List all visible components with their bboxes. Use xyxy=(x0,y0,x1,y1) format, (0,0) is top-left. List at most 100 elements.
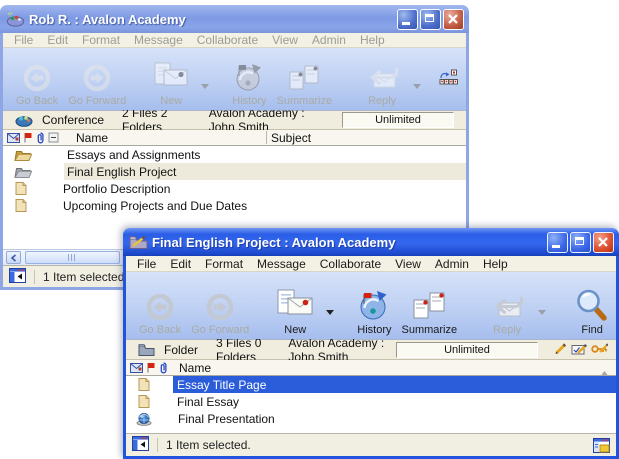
split-view-icon[interactable] xyxy=(593,438,610,453)
maximize-button[interactable] xyxy=(570,232,591,253)
document-icon xyxy=(13,198,28,213)
new-message-icon xyxy=(275,288,315,322)
document-icon xyxy=(136,377,151,392)
forward-arrow-icon xyxy=(205,292,235,322)
new-button[interactable]: New xyxy=(270,275,320,337)
info-bar: Conference 2 Files 2 Folders Avalon Acad… xyxy=(3,110,466,130)
go-back-button: Go Back xyxy=(134,275,186,337)
new-dropdown-arrow[interactable] xyxy=(201,76,209,94)
list-item-upcoming-projects[interactable]: Upcoming Projects and Due Dates xyxy=(3,197,466,214)
menu-item-help[interactable]: Help xyxy=(353,33,392,47)
menu-item-edit[interactable]: Edit xyxy=(40,33,75,47)
list-item-essay-title-page[interactable]: Essay Title Page xyxy=(126,376,616,393)
folder-type-icon xyxy=(138,343,155,356)
column-header: Name Subject xyxy=(3,130,466,146)
summarize-icon xyxy=(412,290,446,322)
list-item-final-english-project[interactable]: Final English Project xyxy=(3,163,466,180)
envelope-column-icon[interactable] xyxy=(130,363,143,373)
titlebar[interactable]: Final English Project : Avalon Academy xyxy=(123,228,619,256)
menu-item-admin[interactable]: Admin xyxy=(428,257,476,271)
new-button[interactable]: New xyxy=(147,51,195,108)
item-list: Essay Title Page Final Essay Final P xyxy=(126,376,616,433)
column-name[interactable]: Name xyxy=(76,131,108,145)
menu-item-view[interactable]: View xyxy=(388,257,428,271)
history-icon xyxy=(357,288,391,322)
column-subject[interactable]: Subject xyxy=(271,131,311,145)
history-button[interactable]: History xyxy=(227,51,271,108)
status-separator xyxy=(157,438,158,452)
flag-column-icon[interactable] xyxy=(146,362,156,373)
window-title: Final English Project : Avalon Academy xyxy=(152,235,547,250)
titlebar[interactable]: Rob R. : Avalon Academy xyxy=(0,5,469,33)
desktop: Rob R. : Avalon Academy File Edit Format… xyxy=(0,0,619,459)
minimize-button[interactable] xyxy=(397,9,418,30)
info-bar: Folder 3 Files 0 Folders Avalon Academy … xyxy=(126,339,616,360)
new-dropdown-arrow[interactable] xyxy=(326,302,334,320)
envelope-column-icon[interactable] xyxy=(7,133,20,143)
attachment-column-icon[interactable] xyxy=(159,362,168,374)
menu-item-edit[interactable]: Edit xyxy=(163,257,198,271)
item-label: Final Presentation xyxy=(174,410,616,427)
column-header: Name xyxy=(126,360,616,376)
menu-item-message[interactable]: Message xyxy=(127,33,190,47)
close-button[interactable] xyxy=(593,232,614,253)
item-label: Final English Project xyxy=(64,163,466,180)
menu-item-file[interactable]: File xyxy=(130,257,163,271)
summarize-button[interactable]: Summarize xyxy=(397,275,463,337)
reply-dropdown-arrow[interactable] xyxy=(413,76,421,94)
menu-item-admin[interactable]: Admin xyxy=(305,33,353,47)
list-item-final-presentation[interactable]: Final Presentation xyxy=(126,410,616,427)
item-label: Essays and Assignments xyxy=(64,146,466,163)
menu-item-file[interactable]: File xyxy=(7,33,40,47)
go-forward-button[interactable]: Go Forward xyxy=(63,51,131,108)
window-title: Rob R. : Avalon Academy xyxy=(29,12,397,27)
attachment-column-icon[interactable] xyxy=(36,132,45,144)
container-type-label: Conference xyxy=(42,113,104,127)
document-icon xyxy=(13,181,28,196)
status-text: 1 Item selected. xyxy=(166,438,251,452)
list-item-portfolio-description[interactable]: Portfolio Description xyxy=(3,180,466,197)
menu-item-help[interactable]: Help xyxy=(476,257,515,271)
item-label: Upcoming Projects and Due Dates xyxy=(60,197,466,214)
summarize-button[interactable]: Summarize xyxy=(272,51,338,108)
maximize-button[interactable] xyxy=(420,9,441,30)
status-text: 1 Item selected xyxy=(43,270,124,284)
column-name[interactable]: Name xyxy=(179,361,211,375)
open-folder-icon xyxy=(13,148,32,162)
history-button[interactable]: History xyxy=(352,275,396,337)
menu-item-format[interactable]: Format xyxy=(198,257,250,271)
menu-bar: File Edit Format Message Collaborate Vie… xyxy=(126,256,616,272)
find-button[interactable]: Find xyxy=(570,275,614,337)
quota-box: Unlimited xyxy=(342,112,454,128)
container-type-label: Folder xyxy=(164,343,198,357)
conference-window-icon xyxy=(6,11,25,27)
pane-toggle-icon[interactable] xyxy=(9,268,26,286)
toolbar: Go Back Go Forward New xyxy=(126,272,616,339)
summarize-icon xyxy=(288,63,320,93)
column-divider[interactable] xyxy=(266,131,267,144)
scroll-left-button[interactable] xyxy=(6,251,21,264)
list-item-essays-and-assignments[interactable]: Essays and Assignments xyxy=(3,146,466,163)
customize-toolbar-icon[interactable] xyxy=(439,69,458,90)
back-arrow-icon xyxy=(145,292,175,322)
minimize-button[interactable] xyxy=(547,232,568,253)
close-icon xyxy=(594,233,613,252)
menu-item-collaborate[interactable]: Collaborate xyxy=(190,33,265,47)
pane-toggle-icon[interactable] xyxy=(132,436,149,454)
quota-box: Unlimited xyxy=(396,342,538,358)
list-item-final-essay[interactable]: Final Essay xyxy=(126,393,616,410)
menu-item-collaborate[interactable]: Collaborate xyxy=(313,257,388,271)
edit-permission-icon xyxy=(554,342,567,358)
reply-icon xyxy=(487,294,527,322)
collapse-column-icon[interactable] xyxy=(48,132,59,143)
go-back-button[interactable]: Go Back xyxy=(11,51,63,108)
flag-column-icon[interactable] xyxy=(23,132,33,143)
scrollbar-thumb[interactable] xyxy=(25,251,120,264)
menu-item-format[interactable]: Format xyxy=(75,33,127,47)
approve-permission-icon xyxy=(571,342,587,358)
menu-item-view[interactable]: View xyxy=(265,33,305,47)
reply-button[interactable]: Reply xyxy=(357,51,407,108)
history-icon xyxy=(232,61,266,93)
menu-item-message[interactable]: Message xyxy=(250,257,313,271)
close-button[interactable] xyxy=(443,9,464,30)
